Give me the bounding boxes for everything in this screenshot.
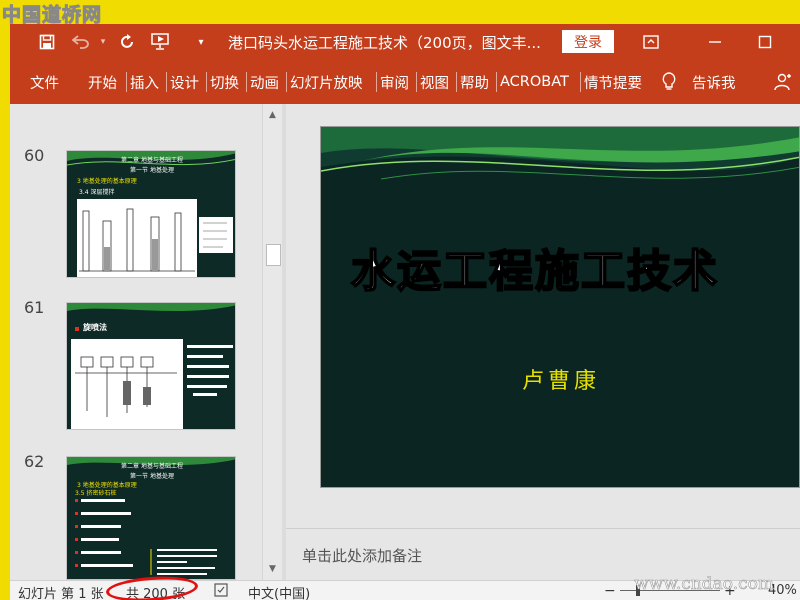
tab-separator [496,72,497,92]
slide-thumbnails-pane[interactable]: 60 第二章 地基与基础工程 第一节 地基处理 3 地基处理的基本原理 3.4 … [10,104,282,580]
slide-background-graphic [321,127,799,487]
tab-review[interactable]: 审阅 [380,60,409,104]
thumbnail-chapter: 第二章 地基与基础工程 [121,463,183,470]
document-title: 港口码头水运工程施工技术（200页，图文丰... [228,34,541,52]
scrollbar-thumb[interactable] [266,244,281,266]
lightbulb-icon[interactable] [662,60,676,104]
slide-position-label: 幻灯片 第 1 张 [18,587,104,600]
thumbnail-section: 第一节 地基处理 [130,167,174,174]
customize-toolbar-icon[interactable]: ▾ [188,30,214,54]
title-bar: ▾ ▾ 港口码头水运工程施工技术（200页，图文丰... 登录 [10,24,800,60]
watermark-url: www.cndao.com [634,574,774,595]
slide-title[interactable]: 水运工程施工技术 [350,235,719,299]
tab-home[interactable]: 开始 [88,60,117,104]
tab-help[interactable]: 帮助 [460,60,489,104]
thumbnail-subtitle2: 3.4 深层搅拌 [79,189,115,196]
login-button[interactable]: 登录 [562,30,614,53]
tab-separator [376,72,377,92]
tab-transitions[interactable]: 切换 [210,60,239,104]
ribbon-tabs: 文件 开始 插入 设计 切换 动画 幻灯片放映 审阅 视图 帮助 ACROBAT… [10,60,800,104]
watermark-logo: 中国道桥网 [1,4,103,27]
thumbnail-number: 61 [24,298,45,317]
slide-thumbnail-61[interactable]: 旋喷法 [66,302,236,430]
scroll-up-icon[interactable]: ▲ [263,106,282,124]
undo-dropdown-icon[interactable]: ▾ [90,30,116,54]
scroll-down-icon[interactable]: ▼ [263,560,282,578]
tab-separator [206,72,207,92]
ribbon-display-options-icon[interactable] [636,29,666,55]
tab-slideshow[interactable]: 幻灯片放映 [290,60,363,104]
share-icon[interactable] [774,60,792,104]
tab-file[interactable]: 文件 [30,60,59,104]
save-icon[interactable] [34,30,60,54]
tab-separator [416,72,417,92]
tell-me-search[interactable]: 告诉我 [692,60,736,104]
redo-icon[interactable] [114,30,140,54]
tab-separator [166,72,167,92]
tab-separator [456,72,457,92]
tab-design[interactable]: 设计 [170,60,199,104]
notes-pane[interactable]: 单击此处添加备注 [286,528,800,580]
current-slide[interactable]: 水运工程施工技术 卢曹康 [320,126,800,488]
tab-separator [126,72,127,92]
tab-acrobat[interactable]: ACROBAT [500,60,569,104]
tab-separator [246,72,247,92]
tab-separator [286,72,287,92]
tab-view[interactable]: 视图 [420,60,449,104]
slide-thumbnail-62[interactable]: 第二章 地基与基础工程 第一节 地基处理 3 地基处理的基本原理 3.5 挤密砂… [66,456,236,580]
thumbnail-scrollbar[interactable]: ▲ ▼ [262,104,282,580]
start-from-beginning-icon[interactable] [148,30,174,54]
slide-author[interactable]: 卢曹康 [321,363,799,395]
thumbnail-heading: 旋喷法 [83,323,107,332]
powerpoint-window: ▾ ▾ 港口码头水运工程施工技术（200页，图文丰... 登录 文件 开始 插入… [10,24,800,600]
spelling-check-icon[interactable] [214,583,228,600]
thumbnail-number: 60 [24,146,45,165]
thumbnail-number: 62 [24,452,45,471]
tab-insert[interactable]: 插入 [130,60,159,104]
maximize-icon[interactable] [750,29,780,55]
tab-animations[interactable]: 动画 [250,60,279,104]
language-label[interactable]: 中文(中国) [248,583,310,600]
tab-separator [580,72,581,92]
thumbnail-subtitle: 3 地基处理的基本原理 [77,178,137,185]
notes-placeholder[interactable]: 单击此处添加备注 [302,545,422,566]
minimize-icon[interactable] [700,29,730,55]
thumbnail-subtitle2: 3.5 挤密砂石桩 [75,490,117,497]
thumbnail-section: 第一节 地基处理 [130,473,174,480]
slide-thumbnail-60[interactable]: 第二章 地基与基础工程 第一节 地基处理 3 地基处理的基本原理 3.4 深层搅… [66,150,236,278]
thumbnail-chapter: 第二章 地基与基础工程 [121,157,183,164]
slide-editor: 水运工程施工技术 卢曹康 [286,104,800,528]
tab-storyboard[interactable]: 情节提要 [584,60,642,104]
zoom-out-icon[interactable]: − [604,583,616,599]
